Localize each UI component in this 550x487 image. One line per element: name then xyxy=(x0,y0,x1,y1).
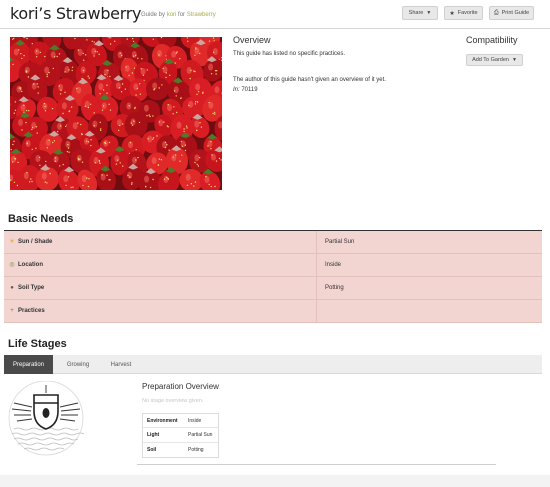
share-button-label: Share xyxy=(408,10,424,16)
need-label-cell xyxy=(4,254,317,276)
chevron-down-icon: ▼ xyxy=(426,10,432,16)
plant-link[interactable]: Strawberry xyxy=(187,12,216,18)
add-to-garden-button[interactable]: Add To Garden ▼ xyxy=(466,54,523,66)
need-label: Soil Type xyxy=(18,285,45,291)
condition-label: Soil xyxy=(147,446,157,453)
need-label: Practices xyxy=(18,308,45,314)
location-code: In: 70119 xyxy=(233,87,258,93)
byline-prefix: Guide by xyxy=(141,12,166,18)
need-row-location: ◎ Location Inside xyxy=(4,254,542,277)
life-stage-tabs: Preparation Growing Harvest xyxy=(4,355,542,374)
need-label: Sun / Shade xyxy=(18,239,53,245)
table-row: Light Partial Sun xyxy=(143,428,218,443)
guide-byline: Guide by kori for Strawberry xyxy=(141,12,216,18)
author-link[interactable]: kori xyxy=(167,12,177,18)
practices-text: This guide has listed no specific practi… xyxy=(233,51,346,57)
page-footer xyxy=(0,475,550,487)
favorite-button-label: Favorite xyxy=(457,10,478,16)
tab-preparation[interactable]: Preparation xyxy=(4,355,53,374)
table-row: Environment Inside xyxy=(143,414,218,429)
stage-overview-subtitle: No stage overview given. xyxy=(142,398,204,404)
need-value: Inside xyxy=(325,262,342,268)
page-title: kori’s Strawberry xyxy=(10,4,142,23)
condition-label: Light xyxy=(147,432,160,439)
sun-icon: ☀ xyxy=(9,239,15,245)
need-value: Partial Sun xyxy=(325,239,355,245)
basic-needs-table: ☀ Sun / Shade Partial Sun ◎ Location Ins… xyxy=(4,231,542,323)
bottom-divider xyxy=(137,464,496,465)
page-header: kori’s Strawberry Guide by kori for Stra… xyxy=(0,0,550,29)
condition-label: Environment xyxy=(147,418,178,424)
location-icon: ◎ xyxy=(9,262,15,268)
stage-overview-title: Preparation Overview xyxy=(142,382,219,391)
print-guide-button[interactable]: ⎙ Print Guide xyxy=(489,6,534,20)
author-overview-text: The author of this guide hasn't given an… xyxy=(233,77,386,83)
condition-value: Inside xyxy=(188,418,202,424)
need-row-sun-shade: ☀ Sun / Shade Partial Sun xyxy=(4,231,542,254)
in-value: 70119 xyxy=(241,87,258,93)
share-button[interactable]: Share ▼ xyxy=(402,6,438,20)
table-row: Soil Potting xyxy=(143,443,218,457)
overview-title: Overview xyxy=(233,35,271,45)
need-label-cell xyxy=(4,300,317,322)
strawberry-photo xyxy=(10,37,222,190)
soil-icon: ● xyxy=(10,285,14,291)
seed-pot-icon xyxy=(8,380,85,456)
need-label-cell xyxy=(4,277,317,299)
chevron-down-icon: ▼ xyxy=(511,57,517,63)
practices-icon: + xyxy=(10,308,14,314)
tab-growing[interactable]: Growing xyxy=(59,355,97,374)
basic-needs-title: Basic Needs xyxy=(8,213,74,225)
life-stages-title: Life Stages xyxy=(8,338,67,350)
print-button-label: Print Guide xyxy=(501,10,530,16)
stage-conditions-table: Environment Inside Light Partial Sun Soi… xyxy=(142,413,219,458)
star-icon: ★ xyxy=(449,10,455,17)
tab-harvest[interactable]: Harvest xyxy=(103,355,139,374)
byline-for: for xyxy=(178,12,186,18)
condition-value: Partial Sun xyxy=(188,432,213,439)
print-icon: ⎙ xyxy=(493,9,499,16)
favorite-button[interactable]: ★ Favorite xyxy=(444,6,483,20)
condition-value: Potting xyxy=(188,446,204,453)
need-label: Location xyxy=(18,262,43,268)
strawberry-photo-art xyxy=(10,37,222,190)
compatibility-title: Compatibility xyxy=(466,35,518,45)
need-row-soil-type: ● Soil Type Potting xyxy=(4,277,542,300)
need-value: Potting xyxy=(325,285,344,291)
need-row-practices: + Practices xyxy=(4,300,542,323)
preparation-stage-illustration xyxy=(6,380,86,457)
in-label: In: xyxy=(233,87,240,93)
add-to-garden-label: Add To Garden xyxy=(472,57,509,63)
